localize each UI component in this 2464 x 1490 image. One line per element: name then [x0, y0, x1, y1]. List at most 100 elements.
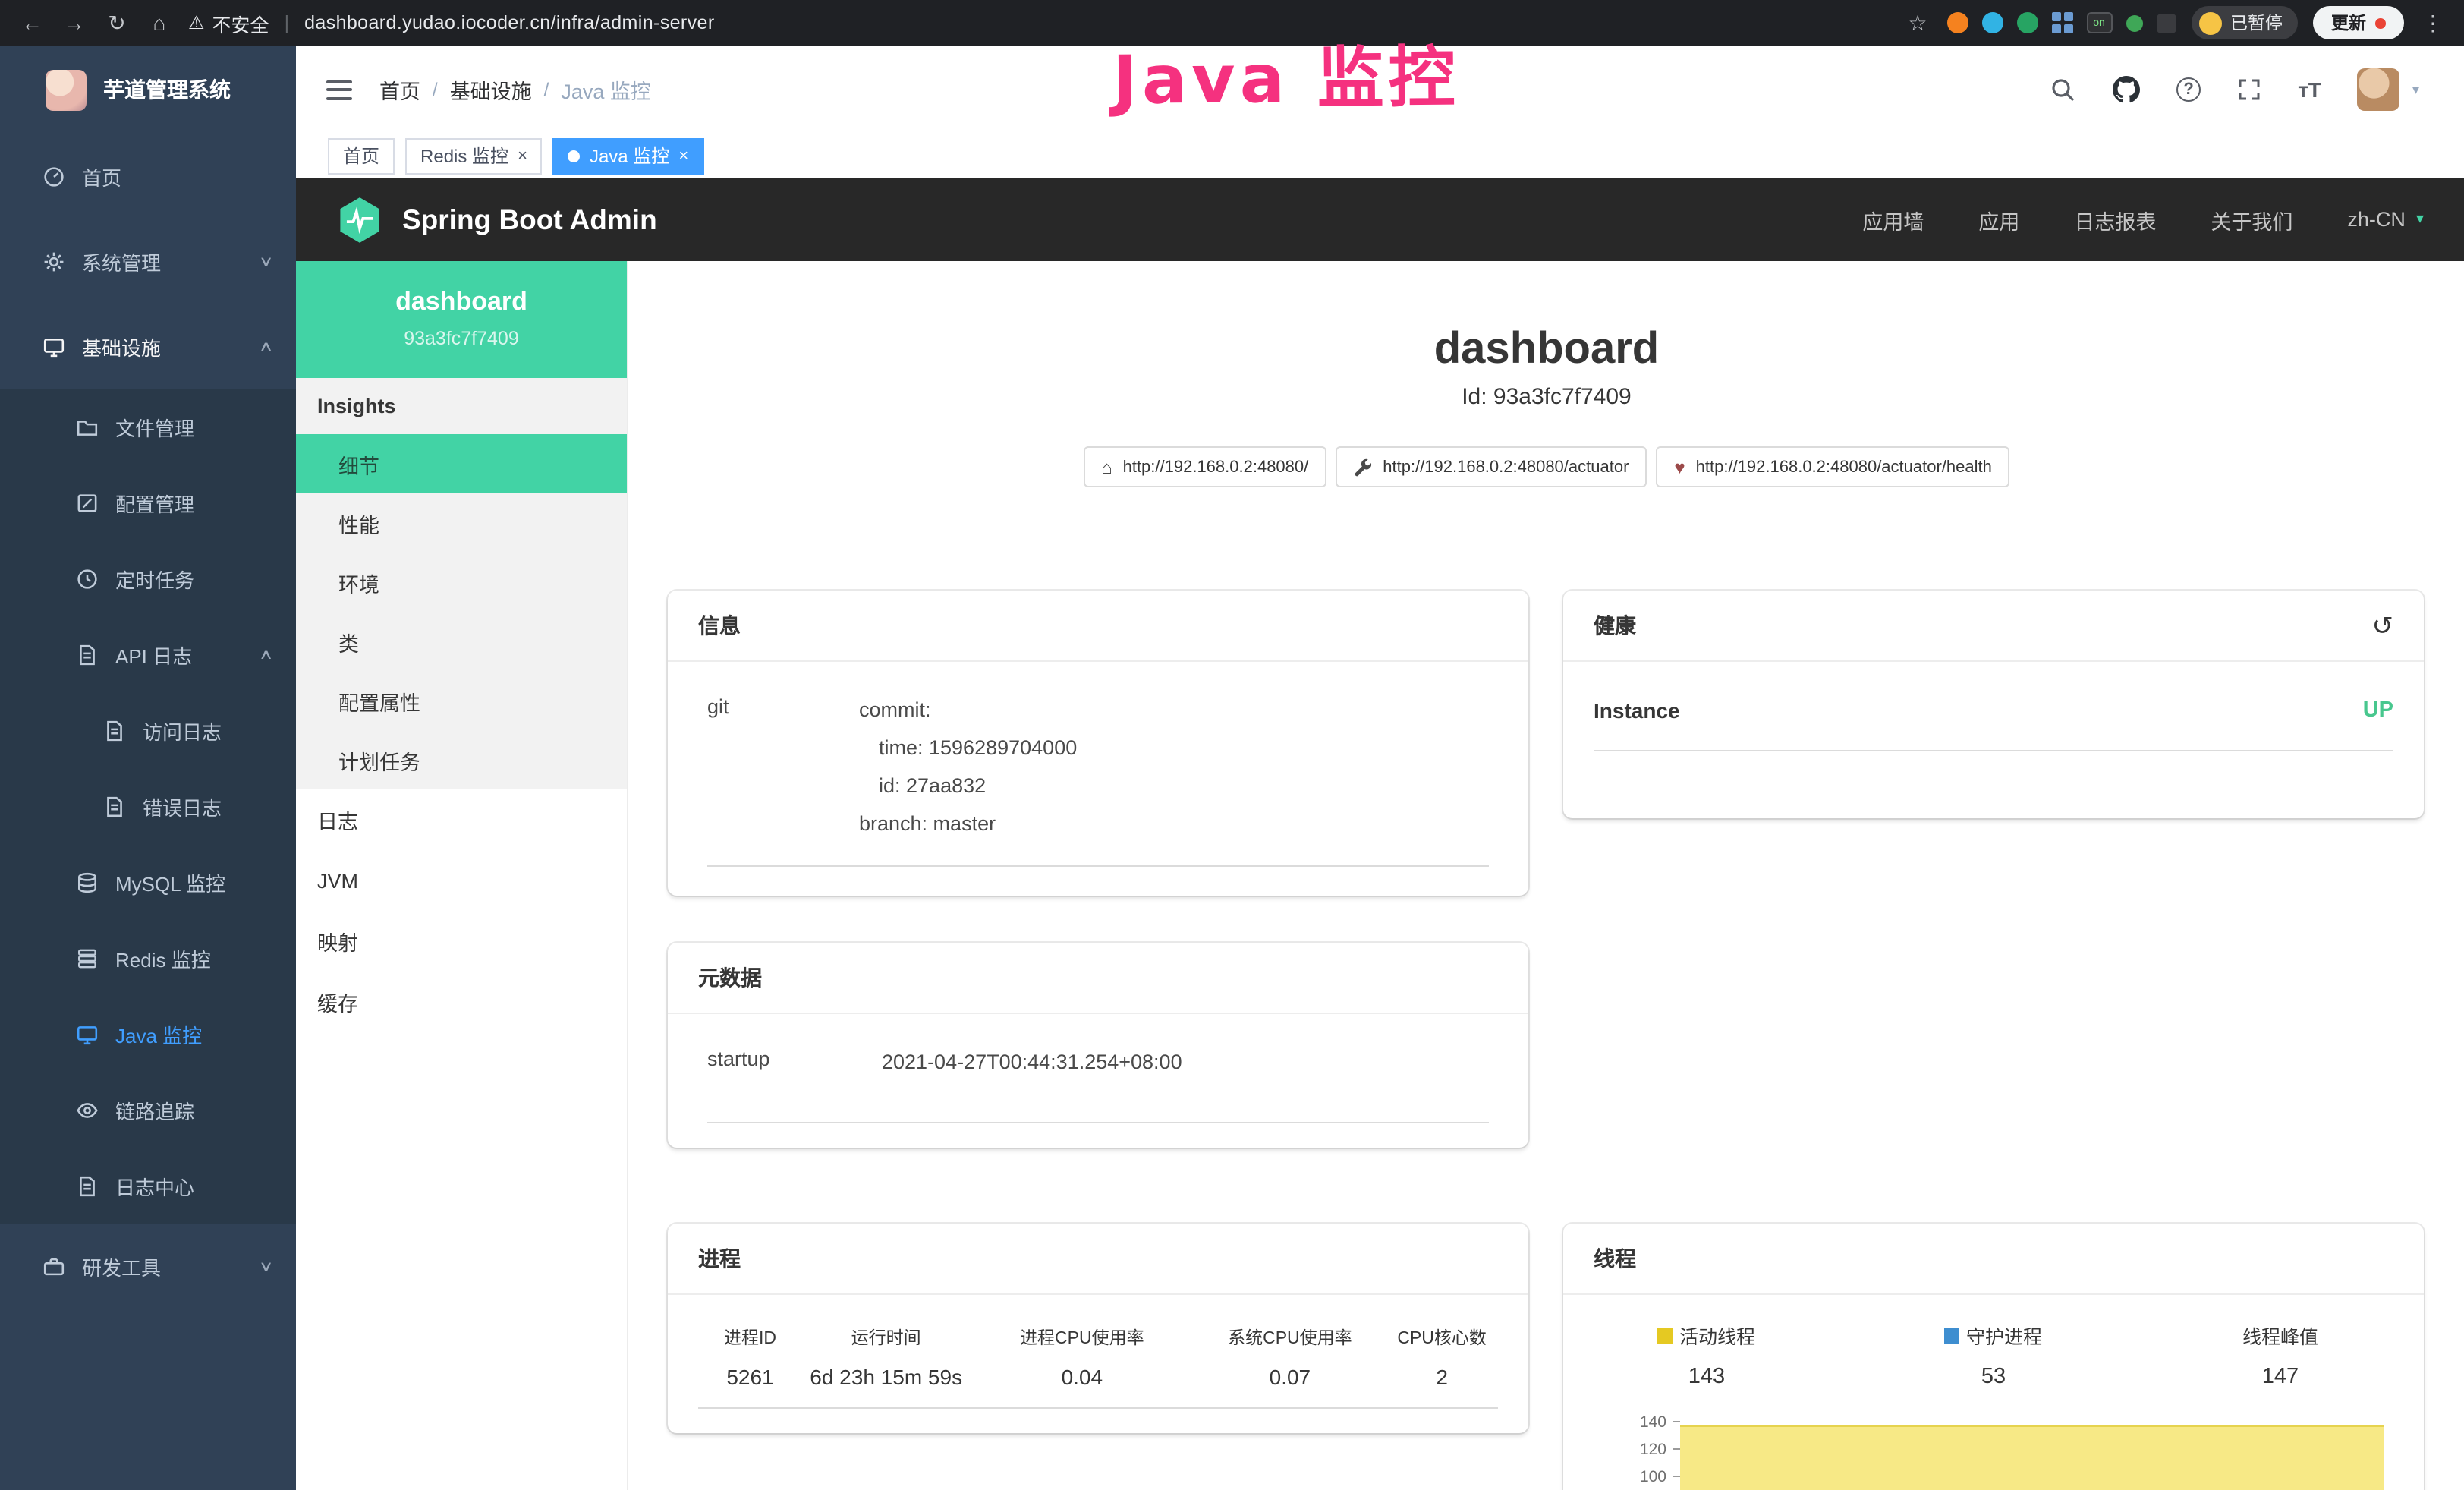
sba-item-scheduled[interactable]: 计划任务 — [296, 730, 627, 789]
service-url: http://192.168.0.2:48080/ — [1123, 458, 1309, 476]
sba-item-mappings[interactable]: 映射 — [296, 911, 627, 972]
row-divider — [698, 1407, 1498, 1409]
user-avatar[interactable] — [2358, 68, 2400, 111]
locale-label: zh-CN — [2347, 208, 2406, 231]
health-row-label: Instance — [1594, 698, 1680, 723]
github-icon[interactable] — [2113, 76, 2140, 103]
font-size-icon[interactable]: тT — [2298, 77, 2321, 102]
close-icon[interactable]: × — [678, 146, 688, 165]
locale-select[interactable]: zh-CN ▾ — [2347, 208, 2424, 231]
annotation-text: Java 监控 — [1112, 23, 1460, 123]
tab-java-monitor[interactable]: Java 监控 × — [553, 137, 703, 174]
address-url[interactable]: dashboard.yudao.iocoder.cn/infra/admin-s… — [304, 12, 715, 33]
sidebar-item-label: 链路追踪 — [115, 1095, 272, 1124]
sidebar-item-system[interactable]: 系统管理 ∨ — [0, 219, 296, 304]
extensions-puzzle-icon[interactable] — [2156, 13, 2176, 33]
app-menu: 首页 系统管理 ∨ 基础设施 ∧ 文件管理 配置管理 定时 — [0, 134, 296, 1309]
sba-nav-about[interactable]: 关于我们 — [2211, 204, 2292, 235]
breadcrumb-home[interactable]: 首页 — [379, 74, 420, 105]
extension-icon-orange[interactable] — [1946, 12, 1968, 33]
sidebar-item-java-monitor[interactable]: Java 监控 — [0, 996, 296, 1072]
site-security-chip[interactable]: ⚠ 不安全 — [188, 8, 269, 37]
sidebar-item-mysql-monitor[interactable]: MySQL 监控 — [0, 844, 296, 920]
service-url-button[interactable]: ⌂ http://192.168.0.2:48080/ — [1083, 446, 1326, 487]
sidebar-item-home[interactable]: 首页 — [0, 134, 296, 219]
sidebar-item-access-logs[interactable]: 访问日志 — [0, 692, 296, 768]
col-header: 进程CPU使用率 — [970, 1325, 1194, 1350]
forward-icon[interactable]: → — [61, 11, 88, 35]
process-col-pid: 进程ID 5261 — [698, 1325, 802, 1389]
sidebar-item-api-logs[interactable]: API 日志 ∧ — [0, 616, 296, 692]
extension-on-icon[interactable]: on — [2086, 12, 2112, 33]
fullscreen-icon[interactable] — [2237, 77, 2261, 102]
browser-menu-icon[interactable]: ⋮ — [2419, 10, 2447, 36]
history-icon[interactable]: ↺ — [2372, 613, 2394, 638]
tab-label: 首页 — [343, 143, 379, 169]
sba-item-beans[interactable]: 类 — [296, 612, 627, 671]
legend-blue-swatch — [1945, 1328, 1960, 1343]
health-url-button[interactable]: ♥ http://192.168.0.2:48080/actuator/heal… — [1656, 446, 2009, 487]
reload-icon[interactable]: ↻ — [103, 10, 131, 36]
git-time-line: time: 1596289704000 — [859, 730, 1489, 768]
instance-header[interactable]: dashboard 93a3fc7f7409 — [296, 261, 627, 378]
sidebar-item-config-management[interactable]: 配置管理 — [0, 465, 296, 540]
extension-icon-leaf[interactable] — [2126, 14, 2142, 31]
actuator-url-button[interactable]: http://192.168.0.2:48080/actuator — [1336, 446, 1647, 487]
monitor-icon — [42, 335, 65, 358]
breadcrumb-section[interactable]: 基础设施 — [450, 74, 532, 105]
sidebar-item-scheduled-tasks[interactable]: 定时任务 — [0, 540, 296, 616]
sidebar-item-label: 研发工具 — [82, 1252, 245, 1281]
row-value: commit: time: 1596289704000 id: 27aa832 … — [859, 692, 1489, 844]
sba-main: dashboard Id: 93a3fc7f7409 ⌂ http://192.… — [628, 261, 2464, 1490]
breadcrumb-separator: / — [544, 79, 549, 100]
tab-home[interactable]: 首页 — [328, 137, 395, 174]
sba-item-metrics[interactable]: 性能 — [296, 493, 627, 553]
sidebar-item-label: Java 监控 — [115, 1019, 272, 1048]
sba-nav-applications[interactable]: 应用 — [1978, 204, 2019, 235]
extension-grid-icon[interactable] — [2051, 12, 2072, 33]
health-instance-row[interactable]: Instance UP — [1594, 698, 2393, 751]
metadata-card: 元数据 startup 2021-04-27T00:44:31.254+08:0… — [668, 943, 1528, 1148]
sidebar-item-infrastructure[interactable]: 基础设施 ∧ — [0, 304, 296, 389]
sba-item-loggers[interactable]: 日志 — [296, 789, 627, 850]
sidebar-item-error-logs[interactable]: 错误日志 — [0, 768, 296, 844]
search-icon[interactable] — [2050, 77, 2076, 102]
card-title: 元数据 — [698, 962, 762, 993]
sba-nav-journal[interactable]: 日志报表 — [2074, 204, 2156, 235]
sba-item-details[interactable]: 细节 — [296, 434, 627, 493]
app-logo[interactable]: 芋道管理系统 — [0, 46, 296, 134]
paused-badge[interactable]: 已暂停 — [2191, 6, 2298, 39]
sba-item-environment[interactable]: 环境 — [296, 553, 627, 612]
legend-label: 守护进程 — [1966, 1321, 2042, 1350]
sidebar-item-file-management[interactable]: 文件管理 — [0, 389, 296, 465]
back-icon[interactable]: ← — [18, 11, 46, 35]
extension-icon-blue[interactable] — [1981, 12, 2003, 33]
close-icon[interactable]: × — [518, 146, 527, 165]
sba-nav-wallboard[interactable]: 应用墙 — [1862, 204, 1924, 235]
document-icon — [76, 1174, 99, 1197]
caret-down-icon: ▾ — [2416, 211, 2424, 228]
tag-tabs-bar: 首页 Redis 监控 × Java 监控 × — [296, 134, 2464, 178]
sidebar-item-log-center[interactable]: 日志中心 — [0, 1148, 296, 1224]
sba-item-jvm[interactable]: JVM — [296, 850, 627, 911]
axis-tick-mark — [1673, 1421, 1680, 1422]
sidebar-collapse-icon[interactable] — [326, 80, 352, 99]
process-col-uptime: 运行时间 6d 23h 15m 59s — [802, 1325, 970, 1389]
extension-icon-green[interactable] — [2016, 12, 2038, 33]
process-table: 进程ID 5261 运行时间 6d 23h 15m 59s 进程CPU使用率 0… — [668, 1295, 1528, 1389]
tab-redis-monitor[interactable]: Redis 监控 × — [405, 137, 543, 174]
sba-item-caches[interactable]: 缓存 — [296, 972, 627, 1032]
sidebar-item-link-tracing[interactable]: 链路追踪 — [0, 1072, 296, 1148]
update-button[interactable]: 更新 — [2313, 6, 2404, 39]
git-branch-line: branch: master — [859, 806, 1489, 844]
app-title: 芋道管理系统 — [103, 74, 231, 105]
live-threads-area — [1680, 1425, 2384, 1490]
sidebar-item-redis-monitor[interactable]: Redis 监控 — [0, 920, 296, 996]
sidebar-item-label: 错误日志 — [143, 792, 272, 821]
bookmark-star-icon[interactable]: ☆ — [1904, 10, 1931, 36]
browser-home-icon[interactable]: ⌂ — [146, 11, 173, 35]
app-sidebar: 芋道管理系统 首页 系统管理 ∨ 基础设施 ∧ 文件管理 — [0, 46, 296, 1490]
help-icon[interactable]: ? — [2176, 77, 2201, 102]
sba-item-config-props[interactable]: 配置属性 — [296, 671, 627, 730]
sidebar-item-dev-tools[interactable]: 研发工具 ∨ — [0, 1224, 296, 1309]
